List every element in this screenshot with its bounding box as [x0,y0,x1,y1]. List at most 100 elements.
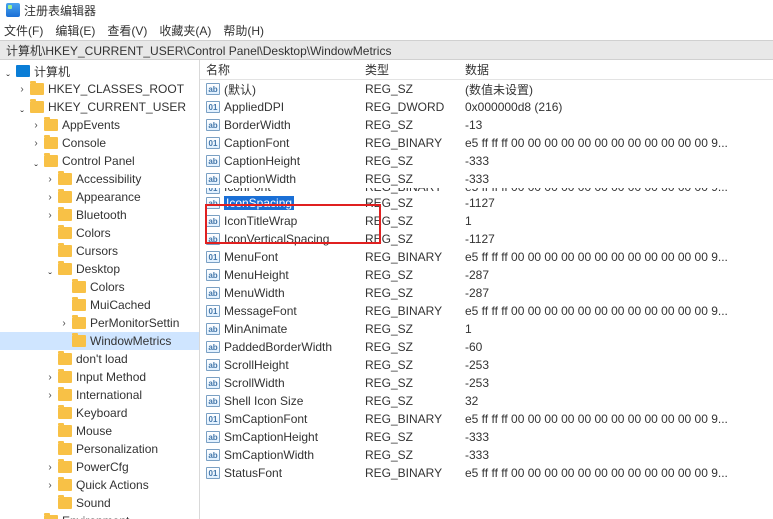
value-row[interactable]: 01StatusFontREG_BINARYe5 ff ff ff 00 00 … [200,464,773,482]
expand-chevron-icon[interactable] [44,462,56,473]
tree-item[interactable]: AppEvents [0,116,199,134]
tree-item[interactable]: Control Panel [0,152,199,170]
value-type: REG_BINARY [365,136,465,150]
value-type: REG_BINARY [365,412,465,426]
value-row[interactable]: abMinAnimateREG_SZ1 [200,320,773,338]
menu-view[interactable]: 查看(V) [107,22,147,39]
value-row[interactable]: 01IconFontREG_BINARYe5 ff ff ff 00 00 00… [200,188,773,194]
value-row[interactable]: abIconVerticalSpacingREG_SZ-1127 [200,230,773,248]
expand-chevron-icon[interactable] [44,390,56,401]
expand-chevron-icon[interactable] [2,66,14,77]
value-row[interactable]: abScrollHeightREG_SZ-253 [200,356,773,374]
tree-item[interactable]: Sound [0,494,199,512]
tree-item-label: 计算机 [34,63,70,80]
tree-item[interactable]: Mouse [0,422,199,440]
tree-item-label: Bluetooth [76,208,127,222]
value-row[interactable]: abSmCaptionWidthREG_SZ-333 [200,446,773,464]
value-row[interactable]: abPaddedBorderWidthREG_SZ-60 [200,338,773,356]
expand-chevron-icon[interactable] [44,480,56,491]
tree-item[interactable]: don't load [0,350,199,368]
tree-item-label: Input Method [76,370,146,384]
value-row[interactable]: abCaptionWidthREG_SZ-333 [200,170,773,188]
expand-chevron-icon[interactable] [16,102,28,113]
tree-item[interactable]: MuiCached [0,296,199,314]
expand-chevron-icon[interactable] [44,210,56,221]
value-row[interactable]: 01MenuFontREG_BINARYe5 ff ff ff 00 00 00… [200,248,773,266]
tree-item-label: Appearance [76,190,141,204]
tree-item[interactable]: HKEY_CURRENT_USER [0,98,199,116]
value-row[interactable]: abIconSpacingREG_SZ-1127 [200,194,773,212]
value-type: REG_SZ [365,268,465,282]
value-row[interactable]: 01SmCaptionFontREG_BINARYe5 ff ff ff 00 … [200,410,773,428]
value-type: REG_SZ [365,322,465,336]
tree-item-label: Accessibility [76,172,141,186]
value-row[interactable]: 01AppliedDPIREG_DWORD0x000000d8 (216) [200,98,773,116]
list-header: 名称 类型 数据 [200,60,773,80]
value-row[interactable]: 01CaptionFontREG_BINARYe5 ff ff ff 00 00… [200,134,773,152]
tree-item[interactable]: WindowMetrics [0,332,199,350]
expand-chevron-icon[interactable] [44,192,56,203]
value-type: REG_SZ [365,340,465,354]
tree-item-label: Console [62,136,106,150]
tree-item[interactable]: Quick Actions [0,476,199,494]
value-row[interactable]: abScrollWidthREG_SZ-253 [200,374,773,392]
value-row[interactable]: abCaptionHeightREG_SZ-333 [200,152,773,170]
value-row[interactable]: abIconTitleWrapREG_SZ1 [200,212,773,230]
tree-item[interactable]: Colors [0,278,199,296]
tree-item[interactable]: 计算机 [0,62,199,80]
value-name: ScrollHeight [224,358,365,372]
tree-item[interactable]: Cursors [0,242,199,260]
tree-item[interactable]: Bluetooth [0,206,199,224]
col-name-header[interactable]: 名称 [200,61,365,78]
tree-pane[interactable]: 计算机HKEY_CLASSES_ROOT HKEY_CURRENT_USER App… [0,60,200,519]
tree-item-label: MuiCached [90,298,151,312]
tree-item[interactable]: PowerCfg [0,458,199,476]
value-data: e5 ff ff ff 00 00 00 00 00 00 00 00 00 0… [465,304,773,318]
address-bar[interactable]: 计算机\HKEY_CURRENT_USER\Control Panel\Desk… [0,40,773,60]
menu-help[interactable]: 帮助(H) [223,22,264,39]
menu-favorites[interactable]: 收藏夹(A) [159,22,211,39]
tree-item[interactable]: Appearance [0,188,199,206]
tree-item[interactable]: Input Method [0,368,199,386]
tree-item[interactable]: Desktop [0,260,199,278]
expand-chevron-icon[interactable] [44,264,56,275]
value-data: -13 [465,118,773,132]
menu-edit[interactable]: 编辑(E) [55,22,95,39]
expand-chevron-icon[interactable] [44,372,56,383]
tree-item[interactable]: Environment [0,512,199,519]
expand-chevron-icon[interactable] [30,138,42,149]
col-type-header[interactable]: 类型 [365,61,465,78]
expand-chevron-icon[interactable] [30,156,42,167]
app-icon [6,3,20,17]
value-type: REG_SZ [365,376,465,390]
value-row[interactable]: abMenuWidthREG_SZ-287 [200,284,773,302]
value-row[interactable]: abSmCaptionHeightREG_SZ-333 [200,428,773,446]
expand-chevron-icon[interactable] [16,84,28,95]
tree-item[interactable]: Colors [0,224,199,242]
value-row[interactable]: abBorderWidthREG_SZ-13 [200,116,773,134]
value-row[interactable]: abShell Icon SizeREG_SZ32 [200,392,773,410]
tree-item[interactable]: PerMonitorSettin [0,314,199,332]
tree-item[interactable]: Accessibility [0,170,199,188]
tree-item-label: International [76,388,142,402]
menu-file[interactable]: 文件(F) [4,22,43,39]
value-row[interactable]: ab(默认)REG_SZ(数值未设置) [200,80,773,98]
tree-item[interactable]: Keyboard [0,404,199,422]
list-pane[interactable]: 名称 类型 数据 ab(默认)REG_SZ(数值未设置)01AppliedDPI… [200,60,773,519]
tree-item[interactable]: International [0,386,199,404]
folder-icon [30,83,44,95]
value-row[interactable]: 01MessageFontREG_BINARYe5 ff ff ff 00 00… [200,302,773,320]
tree-item[interactable]: Console [0,134,199,152]
tree-item[interactable]: HKEY_CLASSES_ROOT [0,80,199,98]
tree-item-label: HKEY_CURRENT_USER [48,100,186,114]
binary-value-icon: 01 [206,467,220,479]
tree-item[interactable]: Personalization [0,440,199,458]
value-name: SmCaptionWidth [224,448,365,462]
string-value-icon: ab [206,377,220,389]
expand-chevron-icon[interactable] [58,318,70,329]
expand-chevron-icon[interactable] [44,174,56,185]
value-row[interactable]: abMenuHeightREG_SZ-287 [200,266,773,284]
col-data-header[interactable]: 数据 [465,61,773,78]
expand-chevron-icon[interactable] [30,120,42,131]
computer-icon [16,65,30,77]
